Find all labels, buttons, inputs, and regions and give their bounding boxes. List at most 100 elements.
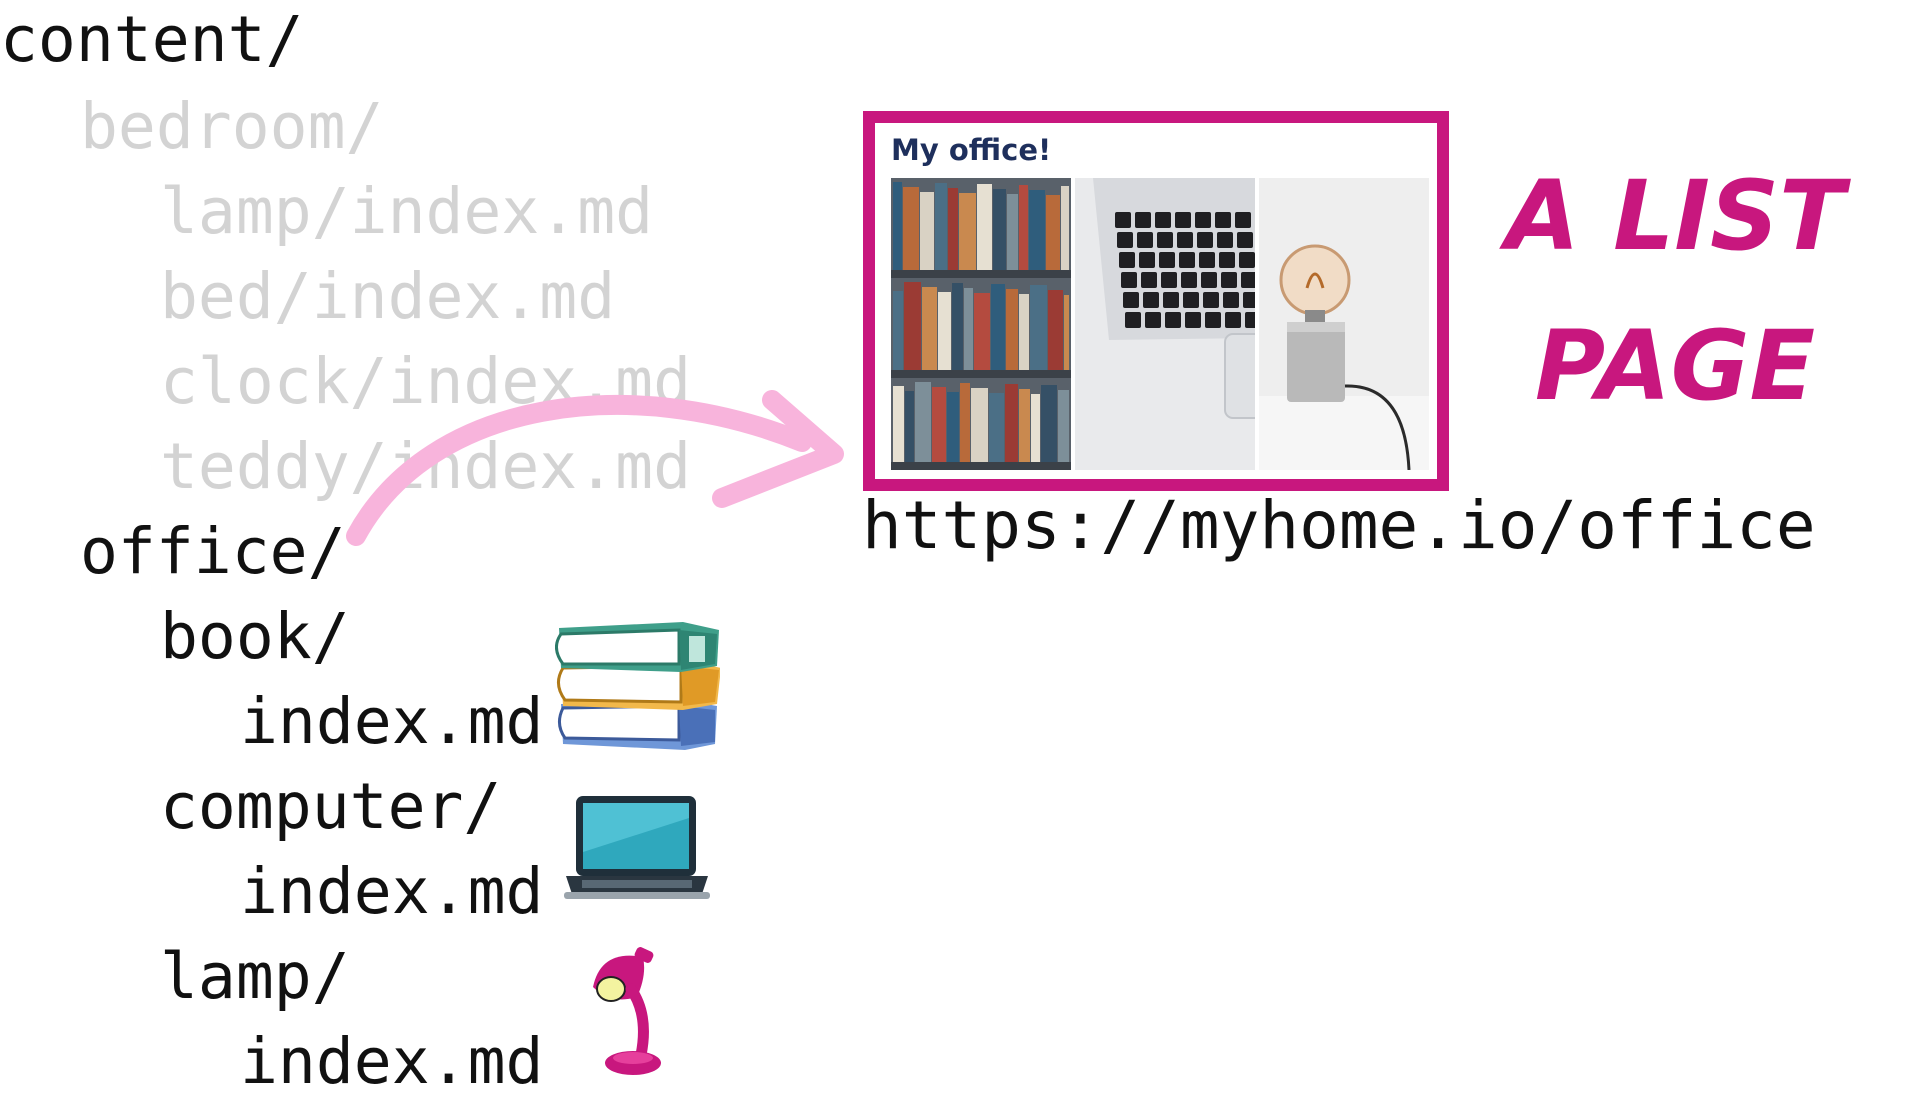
tree-folder-office: office/	[80, 515, 346, 588]
shelf-book-spine	[977, 184, 992, 270]
tree-folder-computer: computer/	[160, 770, 502, 843]
tree-folder-book: book/	[160, 600, 350, 673]
books-icon	[555, 622, 720, 750]
shelf-book-spine	[903, 187, 919, 270]
tree-folder-bedroom: bedroom/	[80, 90, 384, 163]
page-preview-frame: My office!	[863, 111, 1449, 491]
keyboard-key	[1237, 232, 1253, 248]
shelf-book-spine	[1048, 290, 1063, 370]
keyboard-key	[1143, 292, 1159, 308]
shelf-book-spine	[991, 284, 1005, 370]
desk-lamp-icon	[593, 947, 661, 1075]
page-url: https://myhome.io/office	[862, 487, 1816, 564]
keyboard-key	[1239, 252, 1255, 268]
keyboard-key	[1161, 272, 1177, 288]
keyboard-key	[1197, 232, 1213, 248]
shelf-book-spine	[964, 288, 973, 370]
keyboard-key	[1179, 252, 1195, 268]
shelf-book-spine	[1019, 389, 1030, 462]
shelf-book-spine	[932, 387, 946, 462]
shelf-book-spine	[971, 388, 988, 462]
shelf-book-spine	[893, 291, 903, 370]
keyboard-key	[1135, 212, 1151, 228]
keyboard-key	[1215, 212, 1231, 228]
shelf-book-spine	[893, 386, 904, 462]
shelf-book-spine	[959, 193, 976, 270]
shelf-book-spine	[938, 292, 951, 370]
keyboard-key	[1225, 312, 1241, 328]
shelf-book-spine	[1007, 194, 1018, 270]
shelf-book-spine	[1019, 294, 1029, 370]
keyboard-key	[1235, 212, 1251, 228]
keyboard-key	[1117, 232, 1133, 248]
keyboard-key	[1165, 312, 1181, 328]
keyboard-key	[1123, 292, 1139, 308]
keyboard-key	[1221, 272, 1237, 288]
keyboard-key	[1145, 312, 1161, 328]
bookshelf-image	[891, 178, 1071, 470]
keyboard-key	[1245, 312, 1255, 328]
keyboard-key	[1201, 272, 1217, 288]
keyboard-key	[1141, 272, 1157, 288]
keyboard-key	[1157, 232, 1173, 248]
shelf-book-spine	[1041, 385, 1057, 462]
shelf-book-spine	[915, 382, 931, 462]
keyboard-key	[1119, 252, 1135, 268]
laptop-icon	[564, 796, 710, 899]
shelf-book-spine	[1031, 394, 1040, 462]
keyboard-key	[1177, 232, 1193, 248]
keyboard-key	[1217, 232, 1233, 248]
arrow-icon	[346, 390, 844, 546]
keyboard-key	[1195, 212, 1211, 228]
shelf-book-spine	[904, 282, 921, 370]
shelf-book-spine	[947, 392, 959, 462]
shelf-book-spine	[1030, 285, 1047, 370]
light-bulb-lamp-image	[1259, 178, 1429, 470]
shelf-book-spine	[893, 182, 902, 270]
keyboard-key	[1125, 312, 1141, 328]
shelf-book-spine	[989, 393, 1004, 462]
shelf-book-spine	[993, 189, 1006, 270]
shelf-book-spine	[1006, 289, 1018, 370]
shelf-book-spine	[1029, 190, 1045, 270]
keyboard-key	[1223, 292, 1239, 308]
tree-file-lamp-index: index.md	[240, 1025, 544, 1098]
keyboard-key	[1121, 272, 1137, 288]
shelf-book-spine	[952, 283, 963, 370]
keyboard-key	[1159, 252, 1175, 268]
heading-line2: PAGE	[1534, 310, 1816, 422]
keyboard-key	[1181, 272, 1197, 288]
shelf-book-spine	[922, 287, 937, 370]
keyboard-key	[1155, 212, 1171, 228]
tree-root-folder: content/	[0, 3, 304, 76]
heading-line1: A LIST	[1505, 160, 1845, 272]
tree-file-computer-index: index.md	[240, 855, 544, 928]
shelf-book-spine	[1058, 390, 1069, 462]
tree-file-book-index: index.md	[240, 685, 544, 758]
diagram-canvas: { "tree": { "root": "content/", "bedroom…	[0, 0, 1920, 1093]
keyboard-key	[1219, 252, 1235, 268]
keyboard-key	[1175, 212, 1191, 228]
shelf-book-spine	[905, 391, 914, 462]
keyboard-key	[1137, 232, 1153, 248]
keyboard-key	[1185, 312, 1201, 328]
keyboard-key	[1139, 252, 1155, 268]
keyboard-key	[1183, 292, 1199, 308]
laptop-keyboard-image	[1075, 178, 1255, 470]
keyboard-key	[1243, 292, 1255, 308]
shelf-book-spine	[1064, 295, 1069, 370]
keyboard-key	[1115, 212, 1131, 228]
tree-file-bedroom-lamp: lamp/index.md	[160, 175, 654, 248]
shelf-book-spine	[948, 188, 958, 270]
keyboard-key	[1205, 312, 1221, 328]
shelf-book-spine	[974, 293, 990, 370]
keyboard-key	[1199, 252, 1215, 268]
keyboard-key	[1203, 292, 1219, 308]
tree-file-bedroom-bed: bed/index.md	[160, 260, 616, 333]
shelf-book-spine	[935, 183, 947, 270]
shelf-book-spine	[1061, 186, 1069, 270]
shelf-book-spine	[1019, 185, 1028, 270]
shelf-book-spine	[960, 383, 970, 462]
keyboard-key	[1163, 292, 1179, 308]
page-preview-title: My office!	[891, 133, 1052, 167]
